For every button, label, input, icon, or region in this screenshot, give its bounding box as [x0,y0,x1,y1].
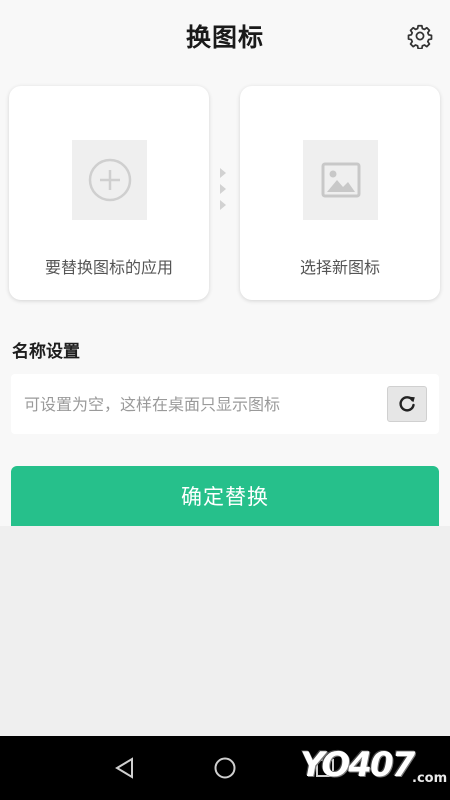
app-placeholder [72,140,147,220]
reset-name-button[interactable] [387,386,427,422]
home-circle-icon [214,757,236,779]
select-app-card[interactable]: 要替换图标的应用 [9,86,209,300]
arrow-right-icon [220,184,226,194]
app-name-input[interactable] [11,374,371,434]
select-app-label: 要替换图标的应用 [44,258,173,277]
watermark-domain: .com [412,771,448,786]
arrow-right-icon [220,168,226,178]
refresh-icon [399,396,415,412]
nav-back-button[interactable] [109,752,141,784]
name-field-row [11,374,439,434]
select-new-icon-label: 选择新图标 [299,258,380,277]
arrow-right-icon [220,200,226,210]
site-watermark: YO407 .com [300,743,450,791]
icon-placeholder [303,140,378,220]
nav-home-button[interactable] [209,752,241,784]
select-new-icon-card[interactable]: 选择新图标 [240,86,440,300]
gear-icon [407,24,433,49]
header: 换图标 [0,0,450,72]
direction-arrows [220,168,230,216]
image-icon [321,162,360,198]
back-triangle-icon [115,757,133,779]
page-title: 换图标 [185,23,264,52]
settings-button[interactable] [404,20,436,52]
add-circle-icon [88,158,131,202]
watermark-text: YO407 [300,745,415,785]
confirm-replace-button[interactable]: 确定替换 [11,466,439,526]
main-screen: 换图标 要替换图标的应用 选择新图标 名称设置 可设置为空，这样在桌面只显示图标… [0,0,450,526]
name-settings-title: 名称设置 [12,342,80,362]
